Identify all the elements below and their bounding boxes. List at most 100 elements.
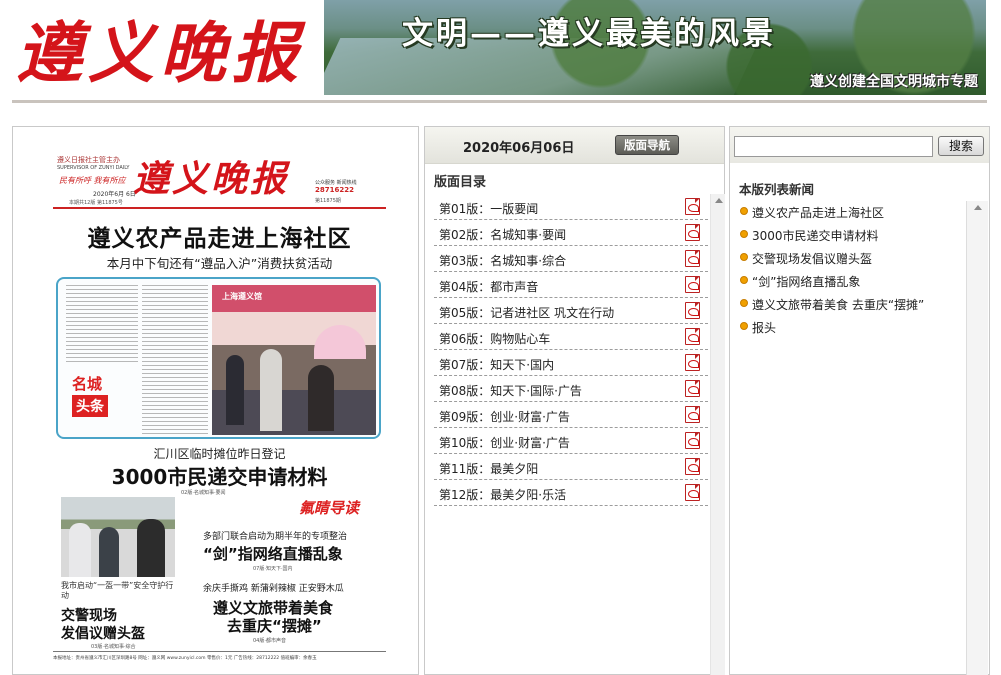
page-list: 第01版：一版要闻第02版：名城知事·要闻 第03版：名城知事·综合 第04版：都市… — [434, 194, 708, 675]
page-list-label[interactable]: 第08版：知天下·国际·广告 — [439, 382, 582, 399]
page-list-item[interactable]: 第05版：记者进社区 巩文在行动 — [434, 298, 708, 324]
thumb-section-tag-b: 头条 — [72, 395, 108, 417]
pdf-icon[interactable] — [685, 380, 700, 397]
page-list-label[interactable]: 第12版：最美夕阳·乐活 — [439, 486, 566, 503]
pdf-icon[interactable] — [685, 458, 700, 475]
news-link[interactable]: 遵义文旅带着美食 去重庆“摆摊” — [752, 296, 924, 313]
thumb-figure — [69, 523, 91, 577]
thumb-photo-caption: 我市启动“一盔一带”安全守护行动 — [61, 581, 174, 600]
page-list-item[interactable]: 第07版：知天下·国内 — [434, 350, 708, 376]
bullet-icon — [740, 207, 748, 215]
page-list-label[interactable]: 第07版：知天下·国内 — [439, 356, 554, 373]
page-list-label[interactable]: 第10版：创业·财富·广告 — [439, 434, 570, 451]
news-link[interactable]: 3000市民递交申请材料 — [752, 227, 879, 244]
page-list-label[interactable]: 第11版：最美夕阳 — [439, 460, 538, 477]
page-list-item[interactable]: 第08版：知天下·国际·广告 — [434, 376, 708, 402]
search-bar: 搜索 — [730, 127, 989, 163]
page-thumbnail-panel: 遵义日报社主管主办 SUPERVISOR OF ZUNYI DAILY 民有所呼… — [12, 126, 419, 675]
page-list-item[interactable]: 第02版：名城知事·要闻 — [434, 220, 708, 246]
thumb-section-tag-a: 名城 — [72, 375, 103, 393]
thumb-body-text — [142, 285, 208, 435]
thumb-figure — [99, 527, 119, 577]
bullet-icon — [740, 230, 748, 238]
news-list-item[interactable]: “剑”指网络直播乱象 — [734, 270, 966, 293]
thumb-lead-story-box: 名城 头条 上海遵义馆 — [56, 277, 381, 439]
thumb-rule — [53, 207, 386, 209]
pdf-icon[interactable] — [685, 198, 700, 215]
bullet-icon — [740, 253, 748, 261]
thumb-date: 2020年6月 6日 — [93, 191, 136, 198]
scroll-up-arrow-icon[interactable] — [715, 198, 723, 203]
thumb-meta: 第11875期 — [315, 198, 341, 204]
thumb-footer-rule — [53, 651, 386, 652]
banner-image[interactable]: 文明——遵义最美的风景 遵义创建全国文明城市专题 — [324, 0, 986, 95]
thumb-r2-line2: 去重庆“摆摊” — [227, 617, 322, 635]
page-list-label[interactable]: 第03版：名城知事·综合 — [439, 252, 566, 269]
news-list-scrollbar[interactable] — [966, 201, 988, 675]
page-list-item[interactable]: 第04版：都市声音 — [434, 272, 708, 298]
page-nav-button[interactable]: 版面导航 — [615, 135, 679, 155]
page-list-item[interactable]: 第01版：一版要闻 — [434, 194, 708, 220]
pdf-icon[interactable] — [685, 484, 700, 501]
news-link[interactable]: 交警现场发倡议赠头盔 — [752, 250, 872, 267]
page-list-label[interactable]: 第06版：购物贴心车 — [439, 330, 550, 347]
news-list-item[interactable]: 3000市民递交申请材料 — [734, 224, 966, 247]
page-list-item[interactable]: 第03版：名城知事·综合 — [434, 246, 708, 272]
page-list-item[interactable]: 第12版：最美夕阳·乐活 — [434, 480, 708, 506]
thumb-brand: 遵义日报社主管主办 — [57, 156, 120, 164]
thumb-h2-big: 3000市民递交申请材料 — [111, 465, 328, 489]
news-list: 遵义农产品走进上海社区 3000市民递交申请材料 交警现场发倡议赠头盔 “剑”指网络直… — [734, 201, 966, 675]
pdf-icon[interactable] — [685, 432, 700, 449]
thumb-footer: 本报地址：贵州省遵义市汇川区深圳路8号 网址：遵义网 www.zunyicl.c… — [53, 656, 317, 661]
pdf-icon[interactable] — [685, 406, 700, 423]
news-link[interactable]: “剑”指网络直播乱象 — [752, 273, 860, 290]
page-list-label[interactable]: 第09版：创业·财富·广告 — [439, 408, 570, 425]
news-list-item[interactable]: 遵义文旅带着美食 去重庆“摆摊” — [734, 293, 966, 316]
thumb-headline: 遵义农产品走进上海社区 — [87, 226, 352, 252]
page-list-label[interactable]: 第01版：一版要闻 — [439, 200, 538, 217]
pdf-icon[interactable] — [685, 276, 700, 293]
thumb-brand-en: SUPERVISOR OF ZUNYI DAILY — [57, 165, 130, 171]
thumb-ref: 02版·名城知事·要闻 — [181, 490, 226, 496]
front-page-image[interactable]: 遵义日报社主管主办 SUPERVISOR OF ZUNYI DAILY 民有所呼… — [53, 149, 386, 674]
bullet-icon — [740, 276, 748, 284]
bullet-icon — [740, 299, 748, 307]
page-list-item[interactable]: 第06版：购物贴心车 — [434, 324, 708, 350]
search-button[interactable]: 搜索 — [938, 136, 984, 156]
news-link[interactable]: 报头 — [752, 319, 776, 336]
pdf-icon[interactable] — [685, 224, 700, 241]
thumb-r1-big: “剑”指网络直播乱象 — [203, 545, 343, 563]
page-list-label[interactable]: 第02版：名城知事·要闻 — [439, 226, 566, 243]
page-list-label[interactable]: 第04版：都市声音 — [439, 278, 538, 295]
issue-date: 2020年06月06日 — [463, 141, 575, 156]
thumb-figure — [260, 349, 282, 431]
thumb-h3-line2: 发倡议赠头盔 — [61, 626, 145, 642]
pdf-icon[interactable] — [685, 250, 700, 267]
pdf-icon[interactable] — [685, 328, 700, 345]
thumb-slogan: 民有所呼 我有所应 — [59, 176, 126, 185]
news-list-item[interactable]: 报头 — [734, 316, 966, 339]
pdf-icon[interactable] — [685, 354, 700, 371]
page-list-label[interactable]: 第05版：记者进社区 巩文在行动 — [439, 304, 614, 321]
page-list-item[interactable]: 第10版：创业·财富·广告 — [434, 428, 708, 454]
thumb-ref: 03版·名城知事·综合 — [91, 644, 136, 650]
page-list-item[interactable]: 第09版：创业·财富·广告 — [434, 402, 708, 428]
page-index-panel: 2020年06月06日 版面导航 版面目录 第01版：一版要闻 第02版：名城知事… — [424, 126, 725, 675]
thumb-figure — [137, 519, 165, 577]
date-bar: 2020年06月06日 版面导航 — [425, 127, 724, 164]
header-divider — [12, 100, 987, 103]
thumb-subhead: 本月中下旬还有“遵品入沪”消费扶贫活动 — [106, 256, 333, 271]
pdf-icon[interactable] — [685, 302, 700, 319]
thumb-logo: 遵义晚报 — [133, 158, 288, 199]
page-list-scrollbar[interactable] — [710, 194, 725, 675]
thumb-guide-tag: 氟睛导读 — [299, 499, 360, 517]
masthead-logo[interactable]: 遵义晚报 — [12, 0, 324, 95]
scroll-up-arrow-icon[interactable] — [974, 205, 982, 210]
news-panel: 搜索 本版列表新闻 遵义农产品走进上海社区 3000市民递交申请材料 交警现场发倡议… — [729, 126, 990, 675]
news-list-item[interactable]: 交警现场发倡议赠头盔 — [734, 247, 966, 270]
thumb-r2-small: 余庆手撕鸡 新蒲剁辣椒 正安野木瓜 — [203, 584, 344, 594]
search-input[interactable] — [734, 136, 933, 157]
page-list-item[interactable]: 第11版：最美夕阳 — [434, 454, 708, 480]
news-list-item[interactable]: 遵义农产品走进上海社区 — [734, 201, 966, 224]
news-link[interactable]: 遵义农产品走进上海社区 — [752, 204, 884, 221]
